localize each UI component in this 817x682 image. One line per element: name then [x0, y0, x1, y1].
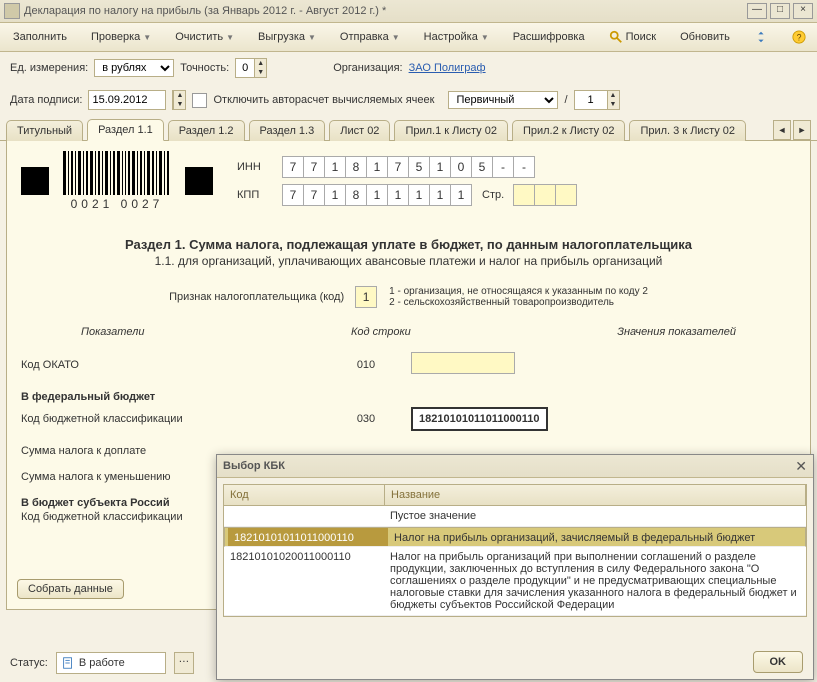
modal-title: Выбор КБК [223, 460, 795, 472]
clear-button[interactable]: Очистить▼ [168, 27, 241, 47]
tab-strip: Титульный Раздел 1.1 Раздел 1.2 Раздел 1… [0, 116, 817, 141]
barcode: 0021 0027 [63, 151, 171, 211]
help-icon: ? [792, 30, 806, 44]
search-icon [609, 30, 623, 44]
date-spinner[interactable]: ▲▼ [172, 90, 186, 110]
refresh-button[interactable]: Обновить [673, 27, 737, 47]
tab-section-1-2[interactable]: Раздел 1.2 [168, 120, 245, 141]
tab-title[interactable]: Титульный [6, 120, 83, 141]
grid-row[interactable]: 18210101011011000110Налог на прибыль орг… [224, 527, 806, 547]
grid-row[interactable]: Пустое значение [224, 506, 806, 527]
grid-row[interactable]: 18210101020011000110Налог на прибыль орг… [224, 547, 806, 616]
maximize-button[interactable]: □ [770, 3, 790, 19]
send-button[interactable]: Отправка▼ [333, 27, 407, 47]
date-label: Дата подписи: [10, 94, 82, 106]
params-row-2: Дата подписи: ▲▼ Отключить авторасчет вы… [0, 84, 817, 116]
inn-cells[interactable]: 7718175105-- [283, 156, 535, 178]
columns-header: ПоказателиКод строкиЗначения показателей [21, 326, 796, 338]
tab-appendix-3[interactable]: Прил. 3 к Листу 02 [629, 120, 746, 141]
sign-note-2: 2 - сельскохозяйственный товаропроизводи… [389, 297, 648, 308]
status-label: Статус: [10, 657, 48, 669]
window-title: Декларация по налогу на прибыль (за Янва… [24, 5, 744, 17]
kbk-grid: Код Название Пустое значение 18210101011… [223, 484, 807, 617]
sign-code-cell[interactable]: 1 [355, 286, 377, 308]
kbk-label: Код бюджетной классификации [21, 413, 321, 425]
okato-value[interactable] [411, 352, 515, 374]
fed-heading: В федеральный бюджет [21, 391, 321, 403]
ok-button[interactable]: OK [753, 651, 804, 673]
export-button[interactable]: Выгрузка▼ [251, 27, 323, 47]
grid-col-code[interactable]: Код [224, 485, 385, 505]
unit-label: Ед. измерения: [10, 62, 88, 74]
precision-input[interactable] [236, 59, 254, 77]
date-input[interactable] [88, 90, 166, 110]
page-cells[interactable] [514, 184, 577, 206]
tab-appendix-2[interactable]: Прил.2 к Листу 02 [512, 120, 626, 141]
org-label: Организация: [333, 62, 402, 74]
search-button[interactable]: Поиск [602, 26, 663, 48]
decode-button[interactable]: Расшифровка [506, 27, 592, 47]
modal-close-button[interactable]: ✕ [795, 458, 807, 475]
sign-label: Признак налогоплательщика (код) [169, 291, 344, 303]
titlebar: Декларация по налогу на прибыль (за Янва… [0, 0, 817, 23]
correction-spinner[interactable]: ▲▼ [574, 90, 620, 110]
status-field[interactable]: В работе [56, 652, 166, 674]
app-icon [4, 3, 20, 19]
expand-icon [754, 30, 768, 44]
kbk-value[interactable]: 18210101011011000110 [411, 407, 548, 431]
org-link[interactable]: ЗАО Полиграф [409, 62, 486, 74]
tab-appendix-1[interactable]: Прил.1 к Листу 02 [394, 120, 508, 141]
check-button[interactable]: Проверка▼ [84, 27, 158, 47]
sign-note-1: 1 - организация, не относящаяся к указан… [389, 286, 648, 297]
tabs-prev[interactable]: ◄ [773, 120, 791, 140]
help-button[interactable]: ? [785, 26, 813, 48]
close-window-button[interactable]: × [793, 3, 813, 19]
section-title: Раздел 1. Сумма налога, подлежащая уплат… [21, 237, 796, 252]
kpp-label: КПП [237, 189, 273, 201]
tab-section-1-3[interactable]: Раздел 1.3 [249, 120, 326, 141]
kbk-modal: Выбор КБК ✕ Код Название Пустое значение… [216, 454, 814, 680]
document-icon [61, 656, 75, 670]
kpp-cells[interactable]: 771811111 [283, 184, 472, 206]
tab-section-1-1[interactable]: Раздел 1.1 [87, 119, 164, 141]
okato-label: Код ОКАТО [21, 359, 321, 371]
main-toolbar: Заполнить Проверка▼ Очистить▼ Выгрузка▼ … [0, 23, 817, 52]
auto-checkbox[interactable] [192, 93, 207, 108]
tab-sheet-02[interactable]: Лист 02 [329, 120, 390, 141]
minimize-button[interactable]: — [747, 3, 767, 19]
auto-label: Отключить авторасчет вычисляемых ячеек [213, 94, 434, 106]
marker-square [21, 167, 49, 195]
precision-spinner[interactable]: ▲▼ [235, 58, 267, 78]
collect-button[interactable]: Собрать данные [17, 579, 124, 599]
svg-text:?: ? [796, 33, 801, 43]
kbk-code: 030 [321, 413, 411, 425]
type-select[interactable]: Первичный [448, 91, 558, 109]
precision-label: Точность: [180, 62, 229, 74]
section-subtitle: 1.1. для организаций, уплачивающих аванс… [21, 254, 796, 268]
status-picker[interactable]: … [174, 652, 194, 674]
expand-button[interactable] [747, 26, 775, 48]
marker-square-2 [185, 167, 213, 195]
grid-col-name[interactable]: Название [385, 485, 806, 505]
barcode-text: 0021 0027 [71, 197, 164, 211]
inn-label: ИНН [237, 161, 273, 173]
unit-select[interactable]: в рублях [94, 59, 174, 77]
tabs-next[interactable]: ► [793, 120, 811, 140]
page-label: Стр. [482, 189, 504, 201]
params-row-1: Ед. измерения: в рублях Точность: ▲▼ Орг… [0, 52, 817, 84]
okato-code: 010 [321, 359, 411, 371]
settings-button[interactable]: Настройка▼ [417, 27, 496, 47]
fill-button[interactable]: Заполнить [6, 27, 74, 47]
